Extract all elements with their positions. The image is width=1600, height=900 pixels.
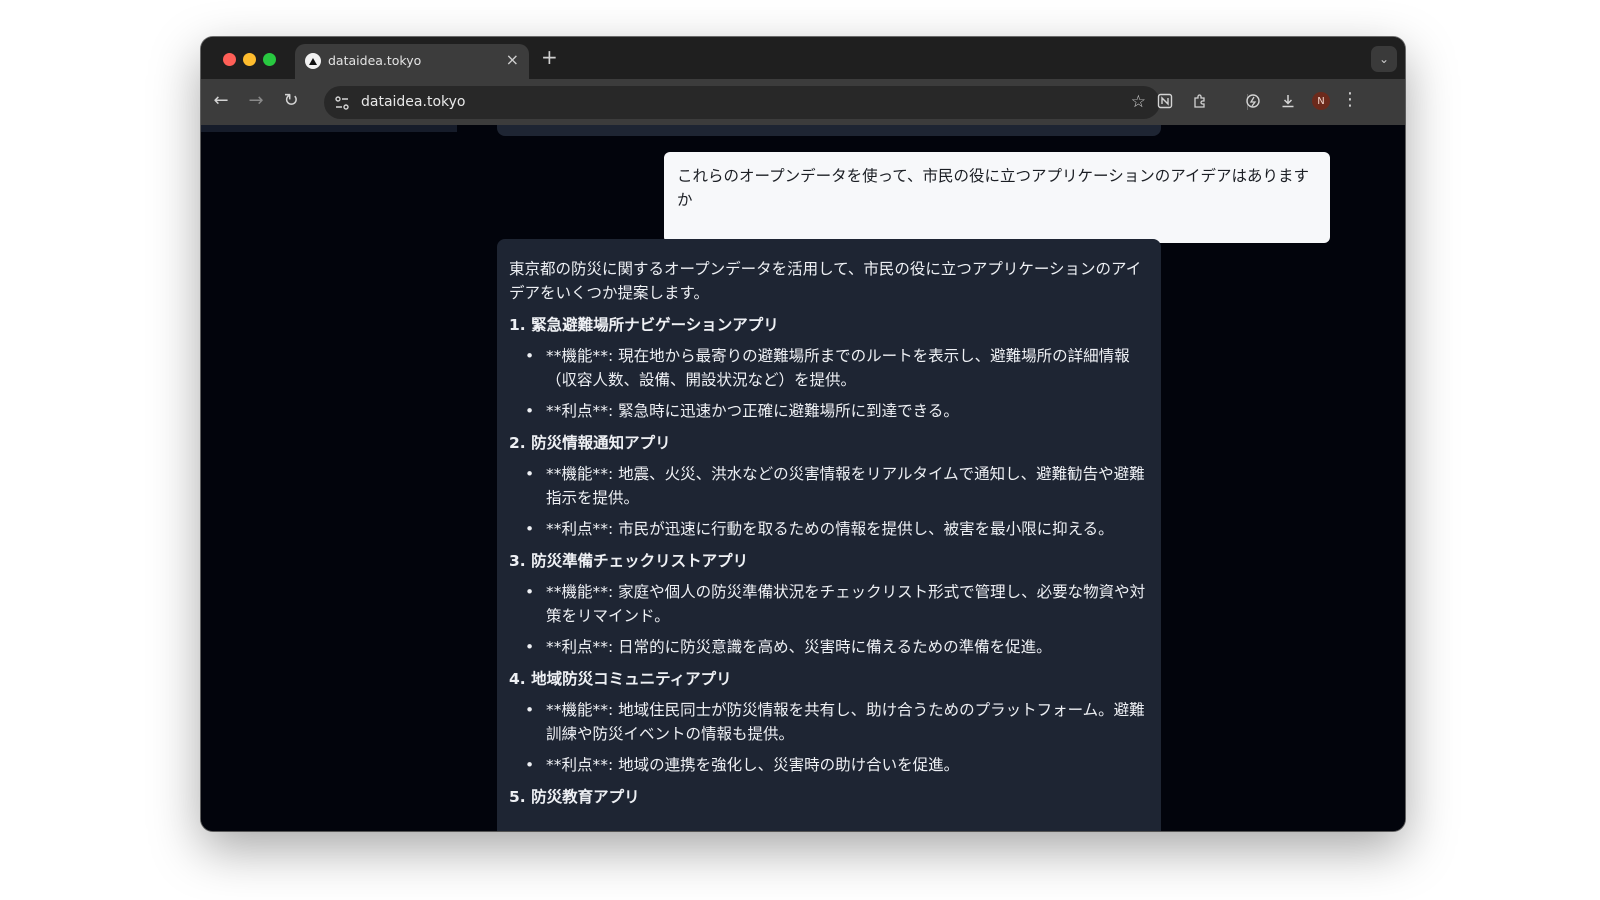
previous-message-bubble xyxy=(497,125,1161,136)
site-info-icon[interactable] xyxy=(333,94,351,112)
browser-toolbar: ← → ↻ dataidea.tokyo ☆ N ⋮ xyxy=(201,79,1405,125)
extensions-puzzle-icon[interactable] xyxy=(1190,91,1210,111)
idea-heading: 2. 防災情報通知アプリ xyxy=(509,434,671,452)
address-bar[interactable]: dataidea.tokyo ☆ xyxy=(324,86,1160,119)
tab-search-button[interactable]: ⌄ xyxy=(1371,46,1397,72)
close-window-button[interactable] xyxy=(223,53,236,66)
bookmark-star-icon[interactable]: ☆ xyxy=(1131,92,1146,112)
idea-heading: 5. 防災教育アプリ xyxy=(509,788,640,806)
browser-window: dataidea.tokyo × + ⌄ ← → ↻ dataidea.toky… xyxy=(201,37,1405,831)
performance-icon[interactable] xyxy=(1243,91,1263,111)
idea-bullet-item: **利点**: 日常的に防災意識を高め、災害時に備えるための準備を促進。 xyxy=(525,635,1149,659)
tab-title: dataidea.tokyo xyxy=(328,53,422,68)
idea-heading: 4. 地域防災コミュニティアプリ xyxy=(509,670,732,688)
idea-bullet-item: **利点**: 市民が迅速に行動を取るための情報を提供し、被害を最小限に抑える。 xyxy=(525,517,1149,541)
new-tab-button[interactable]: + xyxy=(541,45,558,69)
idea-bullet-item: **機能**: 現在地から最寄りの避難場所までのルートを表示し、避難場所の詳細情… xyxy=(525,344,1149,392)
notion-extension-icon[interactable] xyxy=(1155,91,1175,111)
url-text: dataidea.tokyo xyxy=(361,94,466,110)
tab-dataidea[interactable]: dataidea.tokyo × xyxy=(295,44,529,79)
idea-bullet-item: **利点**: 緊急時に迅速かつ正確に避難場所に到達できる。 xyxy=(525,399,1149,423)
idea-bullet-item: **機能**: 家庭や個人の防災準備状況をチェックリスト形式で管理し、必要な物資… xyxy=(525,580,1149,628)
tab-close-button[interactable]: × xyxy=(506,50,519,69)
idea-bullet-list: **機能**: 家庭や個人の防災準備状況をチェックリスト形式で管理し、必要な物資… xyxy=(509,580,1149,659)
back-button[interactable]: ← xyxy=(210,90,232,111)
idea-heading: 1. 緊急避難場所ナビゲーションアプリ xyxy=(509,316,779,334)
download-icon[interactable] xyxy=(1278,91,1298,111)
assistant-message-bubble: 東京都の防災に関するオープンデータを活用して、市民の役に立つアプリケーションのア… xyxy=(497,239,1161,831)
assistant-intro-text: 東京都の防災に関するオープンデータを活用して、市民の役に立つアプリケーションのア… xyxy=(509,260,1142,302)
profile-avatar[interactable]: N xyxy=(1312,92,1330,110)
sidebar-edge xyxy=(201,125,457,132)
idea-bullet-list: **機能**: 現在地から最寄りの避難場所までのルートを表示し、避難場所の詳細情… xyxy=(509,344,1149,423)
reload-button[interactable]: ↻ xyxy=(280,90,302,111)
tab-strip: dataidea.tokyo × + ⌄ xyxy=(201,37,1405,79)
page-content: これらのオープンデータを使って、市民の役に立つアプリケーションのアイデアはありま… xyxy=(201,125,1405,831)
idea-heading: 3. 防災準備チェックリストアプリ xyxy=(509,552,749,570)
idea-bullet-list: **機能**: 地震、火災、洪水などの災害情報をリアルタイムで通知し、避難勧告や… xyxy=(509,462,1149,541)
maximize-window-button[interactable] xyxy=(263,53,276,66)
site-favicon-icon xyxy=(305,53,321,69)
more-menu-icon[interactable]: ⋮ xyxy=(1339,89,1361,110)
idea-bullet-item: **機能**: 地震、火災、洪水などの災害情報をリアルタイムで通知し、避難勧告や… xyxy=(525,462,1149,510)
user-message-bubble: これらのオープンデータを使って、市民の役に立つアプリケーションのアイデアはありま… xyxy=(664,152,1330,243)
idea-bullet-item: **利点**: 地域の連携を強化し、災害時の助け合いを促進。 xyxy=(525,753,1149,777)
idea-bullet-list: **機能**: 地域住民同士が防災情報を共有し、助け合うためのプラットフォーム。… xyxy=(509,698,1149,777)
minimize-window-button[interactable] xyxy=(243,53,256,66)
forward-button[interactable]: → xyxy=(245,90,267,111)
idea-bullet-item: **機能**: 地域住民同士が防災情報を共有し、助け合うためのプラットフォーム。… xyxy=(525,698,1149,746)
chevron-down-icon: ⌄ xyxy=(1378,52,1390,66)
